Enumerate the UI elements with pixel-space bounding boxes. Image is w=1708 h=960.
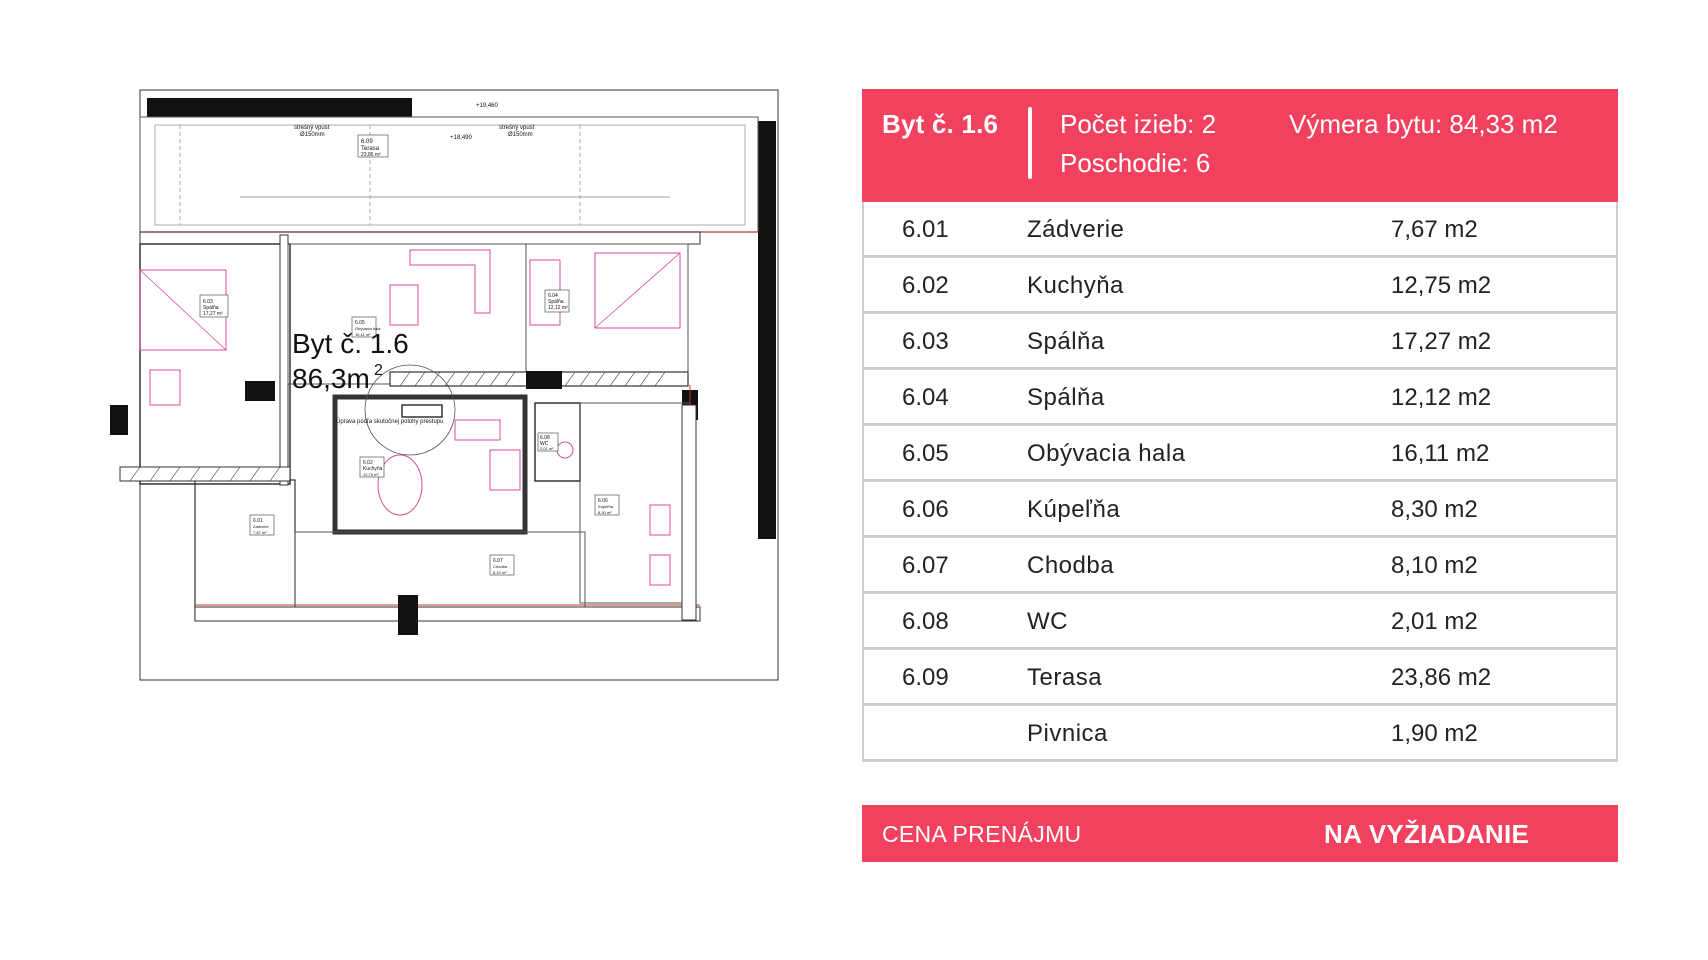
room-607-area: 8,10 m² — [493, 570, 507, 575]
row-area: 8,10 m2 — [1391, 552, 1478, 579]
apartment-info-card: Byt č. 1.6 Počet izieb: 2 Poschodie: 6 V… — [862, 89, 1618, 862]
row-room-name: Pivnica — [1027, 720, 1108, 747]
room-607-name: Chodba — [493, 564, 508, 569]
table-row: 6.08 WC 2,01 m2 — [862, 594, 1618, 650]
terrace-area: 23,86 m² — [361, 152, 381, 158]
room-table: 6.01 Zádverie 7,67 m2 6.02 Kuchyňa 12,75… — [862, 202, 1618, 762]
row-area: 1,90 m2 — [1391, 720, 1478, 747]
table-row: 6.06 Kúpeľňa 8,30 m2 — [862, 482, 1618, 538]
row-number: 6.09 — [902, 664, 949, 691]
row-room-name: Spálňa — [1027, 384, 1105, 411]
row-area: 12,12 m2 — [1391, 384, 1492, 411]
table-row: 6.09 Terasa 23,86 m2 — [862, 650, 1618, 706]
room-606-name: Kúpeľňa — [598, 504, 614, 509]
room-608-area: 2,01 m² — [540, 446, 554, 451]
table-row: Pivnica 1,90 m2 — [862, 706, 1618, 762]
roof-drain-note: strešný vpust — [294, 125, 330, 131]
room-603-area: 17,27 m² — [203, 311, 223, 317]
floor-number: Poschodie: 6 — [1060, 148, 1211, 178]
table-row: 6.02 Kuchyňa 12,75 m2 — [862, 258, 1618, 314]
row-number: 6.07 — [902, 552, 949, 579]
rooms-count: Počet izieb: 2 — [1060, 109, 1217, 139]
room-601-name: Zádverie — [253, 524, 269, 529]
row-number: 6.04 — [902, 384, 949, 411]
unit-area-sup: 2 — [374, 362, 383, 379]
row-area: 8,30 m2 — [1391, 496, 1478, 523]
table-row: 6.07 Chodba 8,10 m2 — [862, 538, 1618, 594]
row-number: 6.08 — [902, 608, 949, 635]
row-room-name: WC — [1027, 608, 1068, 635]
row-room-name: Terasa — [1027, 664, 1103, 691]
roof-drain-note-2: strešný vpust — [499, 125, 535, 131]
row-room-name: Kúpeľňa — [1027, 496, 1121, 523]
room-604-area: 12,12 m² — [548, 305, 568, 311]
row-number: 6.01 — [902, 216, 949, 243]
room-606-area: 8,30 m² — [598, 510, 612, 515]
note-prestup: Úprava podľa skutočnej polohy prestupu — [336, 418, 443, 425]
row-room-name: Zádverie — [1027, 216, 1125, 243]
row-area: 7,67 m2 — [1391, 216, 1478, 243]
unit-label: Byt č. 1.6 — [292, 328, 409, 359]
roof-drain-dim: Ø150mm — [300, 132, 325, 138]
table-row: 6.01 Zádverie 7,67 m2 — [862, 202, 1618, 258]
roof-drain-dim-2: Ø150mm — [508, 132, 533, 138]
level-mark-1: +19,460 — [476, 103, 499, 109]
row-room-name: Kuchyňa — [1027, 272, 1124, 299]
row-area: 23,86 m2 — [1391, 664, 1492, 691]
price-value: NA VYŽIADANIE — [1324, 819, 1530, 849]
unit-area: 86,3m — [292, 363, 370, 394]
row-number: 6.02 — [902, 272, 949, 299]
row-number: 6.03 — [902, 328, 949, 355]
room-601-area: 7,67 m² — [253, 530, 267, 535]
room-602-area: 12,75 m² — [363, 472, 379, 477]
row-number: 6.05 — [902, 440, 949, 467]
price-footer: CENA PRENÁJMU NA VYŽIADANIE — [862, 805, 1618, 862]
row-area: 12,75 m2 — [1391, 272, 1492, 299]
unit-title: Byt č. 1.6 — [882, 109, 999, 139]
total-area: Výmera bytu: 84,33 m2 — [1289, 109, 1558, 139]
level-mark-2: +18,490 — [450, 135, 473, 141]
header-divider — [1028, 107, 1032, 179]
table-row: 6.05 Obývacia hala 16,11 m2 — [862, 426, 1618, 482]
row-number: 6.06 — [902, 496, 949, 523]
row-area: 2,01 m2 — [1391, 608, 1478, 635]
floor-plan: 6.09 Terasa 23,86 m² strešný vpust Ø150m… — [110, 85, 790, 685]
row-room-name: Chodba — [1027, 552, 1115, 579]
row-area: 17,27 m2 — [1391, 328, 1492, 355]
row-area: 16,11 m2 — [1391, 440, 1490, 467]
table-row: 6.03 Spálňa 17,27 m2 — [862, 314, 1618, 370]
floor-plan-drawing: 6.09 Terasa 23,86 m² strešný vpust Ø150m… — [110, 89, 779, 681]
card-header: Byt č. 1.6 Počet izieb: 2 Poschodie: 6 V… — [862, 89, 1618, 202]
table-row: 6.04 Spálňa 12,12 m2 — [862, 370, 1618, 426]
terrace-code: 6.09 — [361, 139, 373, 145]
row-room-name: Spálňa — [1027, 328, 1105, 355]
row-room-name: Obývacia hala — [1027, 440, 1186, 467]
price-label: CENA PRENÁJMU — [882, 821, 1082, 847]
